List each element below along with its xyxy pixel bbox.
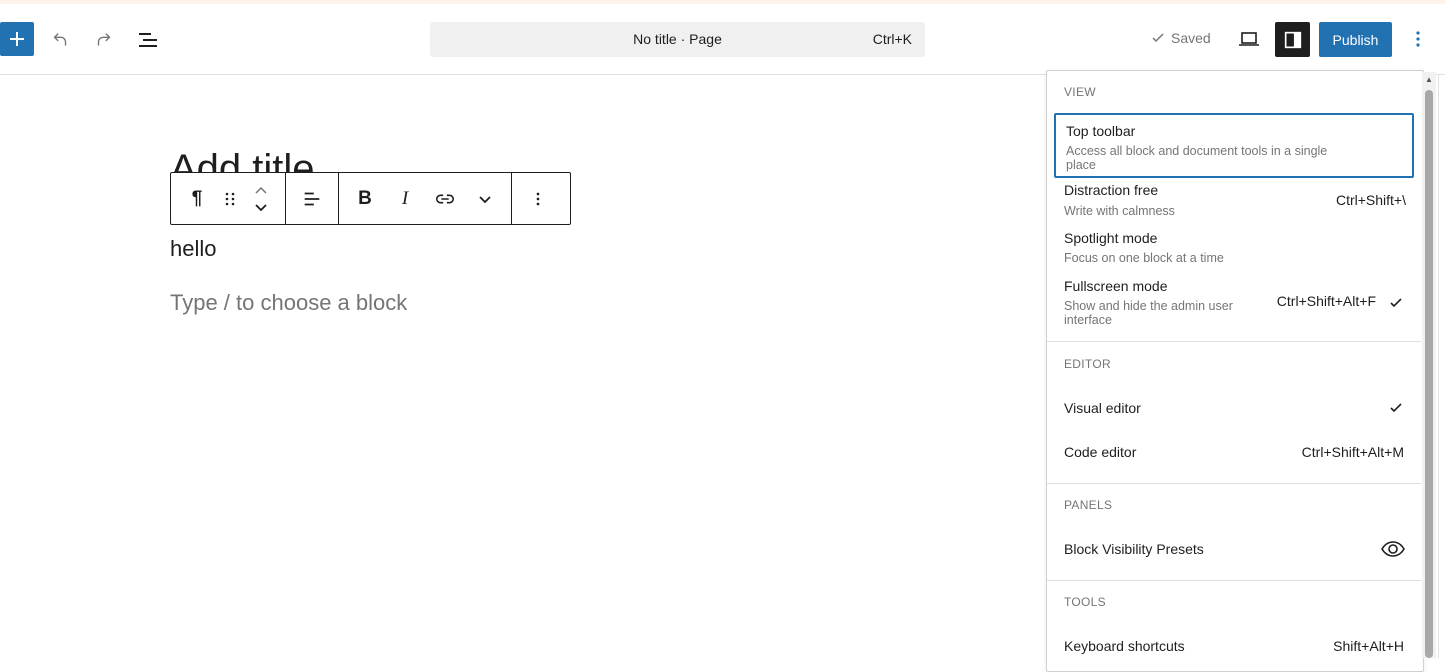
post-title-placeholder[interactable]: Add title xyxy=(170,140,315,174)
menu-item-description: Focus on one block at a time xyxy=(1064,251,1224,265)
undo-button[interactable] xyxy=(44,24,76,56)
menu-item-fullscreen-mode[interactable]: Fullscreen mode Show and hide the admin … xyxy=(1054,275,1414,335)
bold-button[interactable]: B xyxy=(345,179,385,219)
menu-item-label: Fullscreen mode xyxy=(1064,278,1168,294)
italic-button[interactable]: I xyxy=(385,179,425,219)
document-overview-button[interactable] xyxy=(132,24,164,56)
options-dropdown-menu: VIEW Top toolbar Access all block and do… xyxy=(1046,70,1424,672)
preview-button[interactable] xyxy=(1233,23,1265,55)
undo-icon xyxy=(53,33,67,46)
menu-item-shortcut: Ctrl+Shift+\ xyxy=(1335,192,1406,208)
more-vertical-icon xyxy=(536,192,540,205)
menu-item-description: Access all block and document tools in a… xyxy=(1066,144,1328,172)
menu-item-shortcut: Ctrl+Shift+Alt+M xyxy=(1301,444,1404,460)
menu-item-visual-editor[interactable]: Visual editor xyxy=(1054,391,1414,427)
block-tools-group: ¶ xyxy=(171,173,286,224)
move-buttons[interactable] xyxy=(243,179,279,219)
redo-button[interactable] xyxy=(88,24,120,56)
chevron-down-icon[interactable] xyxy=(253,202,269,212)
menu-item-label: Block Visibility Presets xyxy=(1064,541,1204,557)
link-icon xyxy=(435,194,455,203)
document-title: No title · Page xyxy=(633,31,722,47)
menu-item-label: Top toolbar xyxy=(1066,123,1136,139)
saved-label: Saved xyxy=(1171,30,1211,46)
bold-icon: B xyxy=(358,187,372,209)
menu-item-shortcut: Ctrl+Shift+Alt+F xyxy=(1276,293,1376,309)
more-vertical-icon xyxy=(1416,31,1420,47)
add-block-button[interactable] xyxy=(0,22,34,56)
command-shortcut: Ctrl+K xyxy=(872,31,912,47)
format-group: B I xyxy=(339,173,512,224)
list-view-icon xyxy=(139,33,157,47)
menu-item-spotlight-mode[interactable]: Spotlight mode Focus on one block at a t… xyxy=(1054,227,1414,273)
menu-divider xyxy=(1047,580,1421,581)
view-section-heading: VIEW xyxy=(1064,85,1096,99)
panels-section-heading: PANELS xyxy=(1064,498,1113,512)
editor-section-heading: EDITOR xyxy=(1064,357,1111,371)
link-button[interactable] xyxy=(425,179,465,219)
menu-item-shortcut: Shift+Alt+H xyxy=(1333,638,1404,654)
align-left-icon xyxy=(304,192,320,205)
menu-item-description: Write with calmness xyxy=(1064,204,1175,218)
publish-button[interactable]: Publish xyxy=(1319,22,1392,57)
check-icon xyxy=(1390,298,1402,308)
italic-icon: I xyxy=(401,187,409,209)
settings-button[interactable] xyxy=(1275,22,1310,57)
chevron-up-icon[interactable] xyxy=(253,186,269,196)
plus-icon xyxy=(10,32,24,46)
align-button[interactable] xyxy=(292,179,332,219)
redo-icon xyxy=(97,33,111,46)
menu-item-code-editor[interactable]: Code editor Ctrl+Shift+Alt+M xyxy=(1054,435,1414,471)
chevron-down-icon xyxy=(479,195,491,203)
align-group xyxy=(286,173,339,224)
menu-item-label: Keyboard shortcuts xyxy=(1064,638,1185,654)
more-rich-text-button[interactable] xyxy=(465,179,505,219)
check-icon xyxy=(1390,403,1402,413)
menu-item-label: Visual editor xyxy=(1064,400,1141,416)
menu-item-label: Distraction free xyxy=(1064,182,1159,198)
sidebar-icon xyxy=(1284,31,1301,48)
tools-section-heading: TOOLS xyxy=(1064,595,1106,609)
options-group xyxy=(512,173,564,224)
menu-divider xyxy=(1047,483,1421,484)
command-palette-bar[interactable]: No title · Page Ctrl+K xyxy=(430,22,925,57)
desktop-icon xyxy=(1239,32,1259,46)
drag-handle-icon xyxy=(225,192,235,205)
scroll-up-icon[interactable]: ▲ xyxy=(1425,75,1433,84)
check-icon xyxy=(1152,33,1164,43)
block-options-button[interactable] xyxy=(518,179,558,219)
menu-item-block-visibility-presets[interactable]: Block Visibility Presets xyxy=(1054,532,1414,568)
paragraph-icon: ¶ xyxy=(191,187,203,209)
block-toolbar: ¶ B I xyxy=(170,172,571,225)
saved-status: Saved xyxy=(1150,30,1211,46)
drag-handle[interactable] xyxy=(217,179,243,219)
scroll-thumb[interactable] xyxy=(1425,90,1433,658)
menu-divider xyxy=(1047,341,1421,342)
menu-item-label: Code editor xyxy=(1064,444,1137,460)
menu-item-description: Show and hide the admin user interface xyxy=(1064,299,1233,327)
paragraph-block[interactable]: hello xyxy=(170,236,216,262)
block-type-button[interactable]: ¶ xyxy=(177,179,217,219)
menu-item-label: Spotlight mode xyxy=(1064,230,1158,246)
menu-item-distraction-free[interactable]: Distraction free Write with calmness Ctr… xyxy=(1054,179,1414,225)
menu-item-top-toolbar[interactable]: Top toolbar Access all block and documen… xyxy=(1054,113,1414,178)
page-edge xyxy=(1438,74,1445,658)
menu-scrollbar[interactable]: ▲ xyxy=(1422,72,1436,658)
editor-header: No title · Page Ctrl+K Saved Publish xyxy=(0,4,1445,75)
menu-item-keyboard-shortcuts[interactable]: Keyboard shortcuts Shift+Alt+H xyxy=(1054,629,1414,665)
eye-icon xyxy=(1381,541,1405,557)
block-appender-placeholder[interactable]: Type / to choose a block xyxy=(170,290,407,316)
options-button[interactable] xyxy=(1402,23,1434,55)
